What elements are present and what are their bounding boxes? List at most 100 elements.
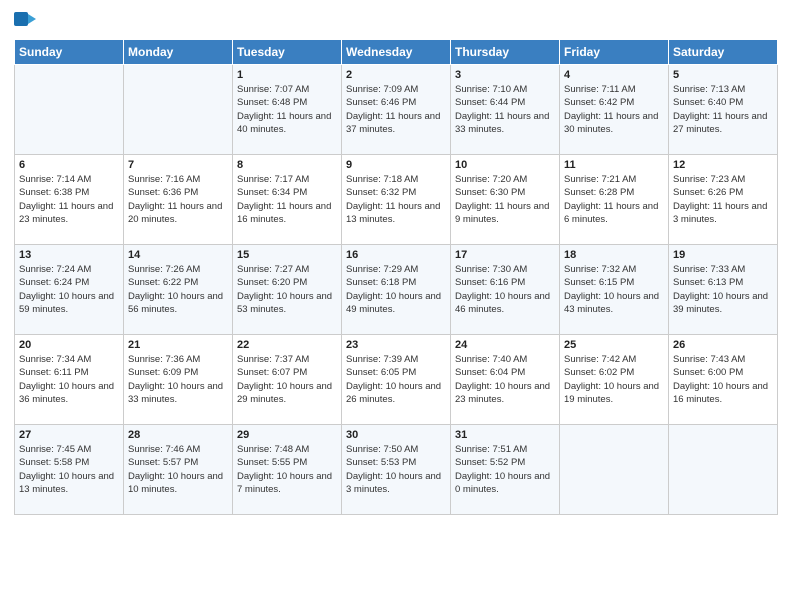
day-info: Sunrise: 7:07 AMSunset: 6:48 PMDaylight:… [237, 83, 337, 136]
weekday-header-sunday: Sunday [15, 40, 124, 65]
day-number: 4 [564, 69, 664, 81]
day-number: 20 [19, 339, 119, 351]
day-info: Sunrise: 7:40 AMSunset: 6:04 PMDaylight:… [455, 353, 555, 406]
day-cell: 8 Sunrise: 7:17 AMSunset: 6:34 PMDaylight… [233, 155, 342, 245]
day-cell: 3Sunrise: 7:10 AMSunset: 6:44 PMDaylight… [451, 65, 560, 155]
sunrise-text: Sunrise: 7:21 AM [564, 173, 664, 186]
day-cell: 11 Sunrise: 7:21 AMSunset: 6:28 PMDayligh… [560, 155, 669, 245]
day-cell: 31Sunrise: 7:51 AMSunset: 5:52 PMDayligh… [451, 425, 560, 515]
day-info: Sunrise: 7:27 AMSunset: 6:20 PMDaylight:… [237, 263, 337, 316]
sunset-text: Sunset: 6:42 PM [564, 96, 664, 109]
daylight-text: Daylight: 10 hours and 33 minutes. [128, 380, 228, 407]
daylight-text: Daylight: 10 hours and 26 minutes. [346, 380, 446, 407]
day-info: Sunrise: 7:45 AMSunset: 5:58 PMDaylight:… [19, 443, 119, 496]
day-cell: 5Sunrise: 7:13 AMSunset: 6:40 PMDaylight… [669, 65, 778, 155]
sunset-text: Sunset: 6:46 PM [346, 96, 446, 109]
day-info: Sunrise: 7:21 AMSunset: 6:28 PMDaylight:… [564, 173, 664, 226]
day-cell [15, 65, 124, 155]
sunset-text: Sunset: 5:53 PM [346, 456, 446, 469]
sunset-text: Sunset: 6:36 PM [128, 186, 228, 199]
day-cell: 9Sunrise: 7:18 AMSunset: 6:32 PMDaylight… [342, 155, 451, 245]
day-cell: 13 Sunrise: 7:24 AMSunset: 6:24 PMDayligh… [15, 245, 124, 335]
daylight-text: Daylight: 11 hours and 3 minutes. [673, 200, 773, 227]
sunset-text: Sunset: 5:57 PM [128, 456, 228, 469]
day-number: 13 [19, 249, 119, 261]
sunset-text: Sunset: 6:13 PM [673, 276, 773, 289]
daylight-text: Daylight: 10 hours and 0 minutes. [455, 470, 555, 497]
day-cell: 25Sunrise: 7:42 AMSunset: 6:02 PMDayligh… [560, 335, 669, 425]
sunset-text: Sunset: 6:15 PM [564, 276, 664, 289]
day-number: 11 [564, 159, 664, 171]
daylight-text: Daylight: 10 hours and 19 minutes. [564, 380, 664, 407]
day-cell: 1 Sunrise: 7:07 AMSunset: 6:48 PMDaylight… [233, 65, 342, 155]
sunrise-text: Sunrise: 7:29 AM [346, 263, 446, 276]
sunrise-text: Sunrise: 7:32 AM [564, 263, 664, 276]
sunset-text: Sunset: 6:05 PM [346, 366, 446, 379]
day-number: 1 [237, 69, 337, 81]
sunrise-text: Sunrise: 7:18 AM [346, 173, 446, 186]
sunset-text: Sunset: 6:38 PM [19, 186, 119, 199]
weekday-header-wednesday: Wednesday [342, 40, 451, 65]
sunset-text: Sunset: 6:26 PM [673, 186, 773, 199]
day-number: 24 [455, 339, 555, 351]
day-info: Sunrise: 7:23 AMSunset: 6:26 PMDaylight:… [673, 173, 773, 226]
day-number: 17 [455, 249, 555, 261]
weekday-header-row: SundayMondayTuesdayWednesdayThursdayFrid… [15, 40, 778, 65]
calendar-table: SundayMondayTuesdayWednesdayThursdayFrid… [14, 39, 778, 515]
day-cell: 21Sunrise: 7:36 AMSunset: 6:09 PMDayligh… [124, 335, 233, 425]
daylight-text: Daylight: 11 hours and 37 minutes. [346, 110, 446, 137]
sunset-text: Sunset: 6:00 PM [673, 366, 773, 379]
daylight-text: Daylight: 11 hours and 13 minutes. [346, 200, 446, 227]
day-info: Sunrise: 7:34 AMSunset: 6:11 PMDaylight:… [19, 353, 119, 406]
sunrise-text: Sunrise: 7:23 AM [673, 173, 773, 186]
week-row-4: 20 Sunrise: 7:34 AMSunset: 6:11 PMDayligh… [15, 335, 778, 425]
day-cell: 29Sunrise: 7:48 AMSunset: 5:55 PMDayligh… [233, 425, 342, 515]
day-cell [669, 425, 778, 515]
day-number: 22 [237, 339, 337, 351]
day-info: Sunrise: 7:18 AMSunset: 6:32 PMDaylight:… [346, 173, 446, 226]
daylight-text: Daylight: 10 hours and 43 minutes. [564, 290, 664, 317]
daylight-text: Daylight: 11 hours and 27 minutes. [673, 110, 773, 137]
day-number: 12 [673, 159, 773, 171]
sunrise-text: Sunrise: 7:36 AM [128, 353, 228, 366]
day-number: 2 [346, 69, 446, 81]
sunrise-text: Sunrise: 7:43 AM [673, 353, 773, 366]
day-info: Sunrise: 7:26 AMSunset: 6:22 PMDaylight:… [128, 263, 228, 316]
day-info: Sunrise: 7:50 AMSunset: 5:53 PMDaylight:… [346, 443, 446, 496]
sunset-text: Sunset: 6:34 PM [237, 186, 337, 199]
sunrise-text: Sunrise: 7:34 AM [19, 353, 119, 366]
daylight-text: Daylight: 11 hours and 33 minutes. [455, 110, 555, 137]
sunset-text: Sunset: 5:58 PM [19, 456, 119, 469]
day-number: 23 [346, 339, 446, 351]
day-info: Sunrise: 7:14 AMSunset: 6:38 PMDaylight:… [19, 173, 119, 226]
day-number: 30 [346, 429, 446, 441]
sunrise-text: Sunrise: 7:39 AM [346, 353, 446, 366]
day-number: 6 [19, 159, 119, 171]
day-number: 19 [673, 249, 773, 261]
day-cell: 17Sunrise: 7:30 AMSunset: 6:16 PMDayligh… [451, 245, 560, 335]
day-number: 8 [237, 159, 337, 171]
daylight-text: Daylight: 11 hours and 23 minutes. [19, 200, 119, 227]
day-number: 16 [346, 249, 446, 261]
daylight-text: Daylight: 10 hours and 49 minutes. [346, 290, 446, 317]
sunset-text: Sunset: 6:44 PM [455, 96, 555, 109]
day-cell: 6 Sunrise: 7:14 AMSunset: 6:38 PMDaylight… [15, 155, 124, 245]
sunset-text: Sunset: 5:52 PM [455, 456, 555, 469]
calendar-page: SundayMondayTuesdayWednesdayThursdayFrid… [0, 0, 792, 612]
weekday-header-monday: Monday [124, 40, 233, 65]
day-info: Sunrise: 7:16 AMSunset: 6:36 PMDaylight:… [128, 173, 228, 226]
sunrise-text: Sunrise: 7:27 AM [237, 263, 337, 276]
day-info: Sunrise: 7:29 AMSunset: 6:18 PMDaylight:… [346, 263, 446, 316]
day-cell: 27Sunrise: 7:45 AMSunset: 5:58 PMDayligh… [15, 425, 124, 515]
day-info: Sunrise: 7:13 AMSunset: 6:40 PMDaylight:… [673, 83, 773, 136]
sunrise-text: Sunrise: 7:48 AM [237, 443, 337, 456]
day-info: Sunrise: 7:20 AMSunset: 6:30 PMDaylight:… [455, 173, 555, 226]
day-info: Sunrise: 7:17 AMSunset: 6:34 PMDaylight:… [237, 173, 337, 226]
day-info: Sunrise: 7:39 AMSunset: 6:05 PMDaylight:… [346, 353, 446, 406]
week-row-5: 27Sunrise: 7:45 AMSunset: 5:58 PMDayligh… [15, 425, 778, 515]
day-info: Sunrise: 7:24 AMSunset: 6:24 PMDaylight:… [19, 263, 119, 316]
sunset-text: Sunset: 6:40 PM [673, 96, 773, 109]
daylight-text: Daylight: 10 hours and 46 minutes. [455, 290, 555, 317]
sunset-text: Sunset: 6:22 PM [128, 276, 228, 289]
daylight-text: Daylight: 11 hours and 40 minutes. [237, 110, 337, 137]
